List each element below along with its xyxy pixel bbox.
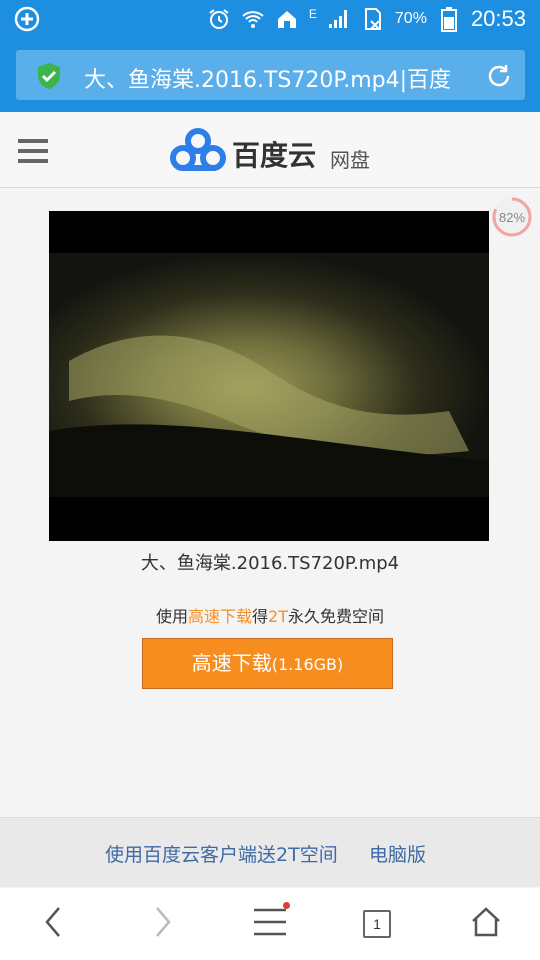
progress-badge: 82%	[490, 195, 534, 239]
address-bar[interactable]: 大、鱼海棠.2016.TS720P.mp4|百度	[16, 50, 525, 100]
promo-text: 使用高速下载得2T永久免费空间	[0, 603, 540, 627]
chevron-right-icon	[153, 906, 173, 942]
main-content: 82% 大、鱼海棠.2016.TS720P.mp4 使用高速下载得2T永久免费空…	[0, 189, 540, 817]
browser-toolbar: 1	[0, 888, 540, 960]
high-speed-download-button[interactable]: 高速下载(1.16GB)	[142, 638, 393, 689]
home-button[interactable]	[464, 902, 508, 946]
add-circle-icon	[14, 6, 40, 32]
promo-mid: 得	[252, 607, 269, 626]
notification-dot	[283, 902, 290, 909]
wifi-icon	[241, 7, 265, 31]
menu-icon[interactable]	[18, 139, 48, 163]
page-footer: 使用百度云客户端送2T空间 电脑版	[0, 817, 540, 887]
alarm-icon	[207, 7, 231, 31]
page-title: 大、鱼海棠.2016.TS720P.mp4|百度	[84, 68, 452, 93]
secure-shield-icon	[36, 62, 62, 90]
download-button-label: 高速下载	[191, 651, 272, 675]
progress-badge-text: 82%	[499, 210, 525, 225]
status-bar: E 70% 20:53	[0, 0, 540, 38]
network-type-label: E	[308, 7, 317, 21]
desktop-version-link[interactable]: 电脑版	[369, 840, 426, 867]
forward-button[interactable]	[141, 902, 185, 946]
chevron-left-icon	[43, 906, 63, 942]
file-name: 大、鱼海棠.2016.TS720P.mp4	[140, 553, 400, 574]
browser-address-area: 大、鱼海棠.2016.TS720P.mp4|百度	[0, 38, 540, 112]
signal-icon	[327, 7, 351, 31]
promo-highlight-2t: 2T	[268, 607, 288, 626]
sim-no-data-icon	[361, 7, 385, 31]
baidu-cloud-logo-icon	[168, 126, 228, 174]
tabs-button[interactable]: 1	[355, 902, 399, 946]
browser-menu-button[interactable]	[248, 902, 292, 946]
client-promo-link[interactable]: 使用百度云客户端送2T空间	[105, 840, 338, 867]
home-status-icon	[275, 7, 299, 31]
promo-prefix: 使用	[155, 607, 188, 626]
site-header: 百度云 网盘	[0, 112, 540, 188]
battery-percent: 70%	[394, 10, 427, 27]
clock: 20:53	[470, 6, 526, 31]
battery-icon	[437, 7, 461, 32]
video-thumbnail[interactable]	[49, 211, 489, 541]
brand-subtitle: 网盘	[330, 148, 370, 172]
promo-suffix: 永久免费空间	[287, 607, 384, 626]
back-button[interactable]	[31, 902, 75, 946]
tab-count: 1	[363, 910, 391, 938]
download-size: (1.16GB)	[271, 655, 344, 674]
brand-name: 百度云	[232, 139, 317, 172]
promo-highlight-download: 高速下载	[188, 607, 253, 626]
home-icon	[470, 906, 502, 942]
menu-lines-icon	[253, 908, 287, 940]
refresh-icon[interactable]	[485, 62, 513, 90]
